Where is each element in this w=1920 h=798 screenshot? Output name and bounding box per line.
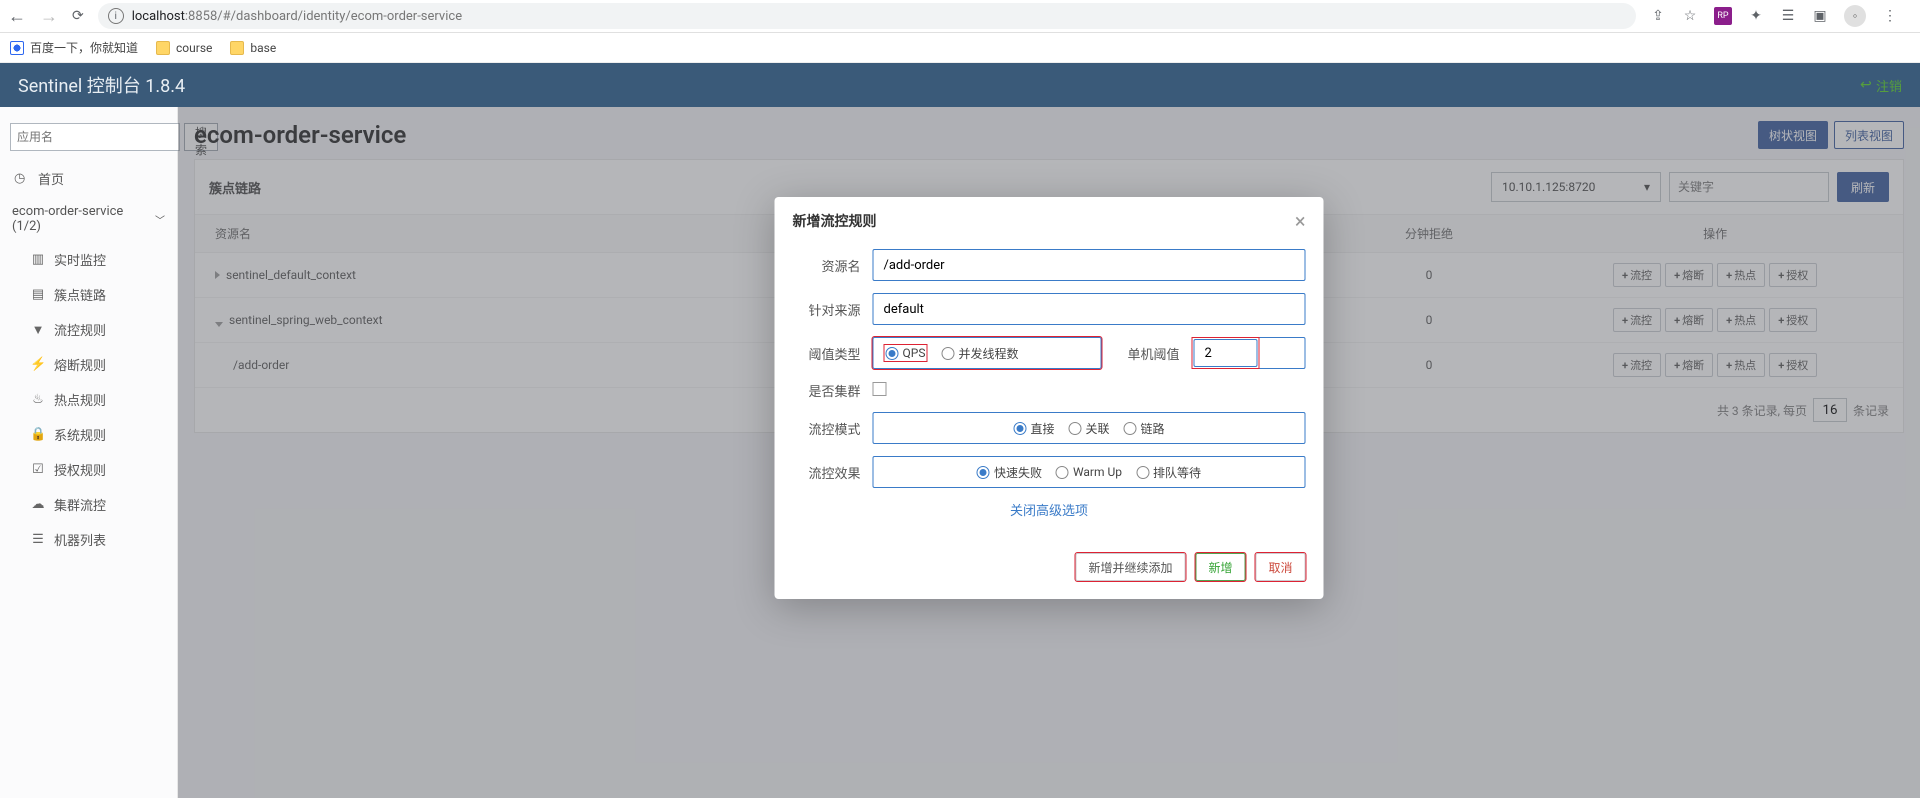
sidebar-item-label: 熔断规则 <box>54 355 106 374</box>
clock-icon: ◷ <box>14 171 30 186</box>
profile-avatar[interactable]: ◦ <box>1844 5 1866 27</box>
radio-option[interactable]: 链路 <box>1124 420 1165 437</box>
baidu-favicon-icon <box>10 41 24 55</box>
sidebar-item-label: 流控规则 <box>54 320 106 339</box>
threshold-input[interactable] <box>1194 339 1258 367</box>
radio-option[interactable]: 并发线程数 <box>941 345 1018 362</box>
radio-dot-icon <box>941 347 954 360</box>
sidebar-item[interactable]: ♨ 热点规则 <box>0 382 177 417</box>
share-icon[interactable]: ⇪ <box>1650 8 1666 24</box>
label-mode: 流控模式 <box>793 419 873 438</box>
bookmarks-bar: 百度一下，你就知道 course base <box>0 33 1920 63</box>
label-threshold: 单机阈值 <box>1122 344 1192 363</box>
main-content: ecom-order-service 树状视图 列表视图 簇点链路 10.10.… <box>178 107 1920 798</box>
threshold-type-radio-group[interactable]: QPS 并发线程数 <box>873 337 1102 369</box>
reading-list-icon[interactable]: ☰ <box>1780 8 1796 24</box>
kebab-menu-icon[interactable]: ⋮ <box>1882 8 1898 24</box>
sidebar-item[interactable]: 🔒 系统规则 <box>0 417 177 452</box>
radio-dot-icon <box>1136 466 1149 479</box>
sidebar-item[interactable]: ▥ 实时监控 <box>0 242 177 277</box>
nav-forward-icon: → <box>40 6 58 27</box>
folder-favicon-icon <box>156 41 170 55</box>
sidebar-item[interactable]: ▤ 簇点链路 <box>0 277 177 312</box>
sidebar-item[interactable]: ⚡ 熔断规则 <box>0 347 177 382</box>
folder-favicon-icon <box>230 41 244 55</box>
cluster-checkbox[interactable] <box>873 382 887 396</box>
sidebar-item[interactable]: ▼ 流控规则 <box>0 312 177 347</box>
bar-chart-icon: ▥ <box>30 252 46 267</box>
sidebar: 搜索 ◷ 首页 ecom-order-service (1/2) ﹀ ▥实时监控… <box>0 107 178 798</box>
radio-dot-icon <box>1056 466 1069 479</box>
radio-option[interactable]: Warm Up <box>1056 465 1122 479</box>
sidebar-item-label: 热点规则 <box>54 390 106 409</box>
sidebar-item-label: 系统规则 <box>54 425 106 444</box>
browser-toolbar: ← → ⟳ i localhost:8858/#/dashboard/ident… <box>0 0 1920 33</box>
puzzle-icon[interactable]: ✦ <box>1748 8 1764 24</box>
app-title: Sentinel 控制台 1.8.4 <box>18 72 185 98</box>
label-effect: 流控效果 <box>793 463 873 482</box>
extension-icon[interactable]: RP <box>1714 7 1732 25</box>
radio-dot-icon <box>1068 422 1081 435</box>
bookmark-item[interactable]: course <box>156 41 212 55</box>
sidebar-item-label: 实时监控 <box>54 250 106 269</box>
toggle-advanced-link[interactable]: 关闭高级选项 <box>793 500 1306 519</box>
app-search-input[interactable] <box>10 123 180 151</box>
sidebar-item-label: 集群流控 <box>54 495 106 514</box>
nav-back-icon[interactable]: ← <box>8 6 26 27</box>
radio-dot-icon <box>1013 422 1026 435</box>
bookmark-item[interactable]: base <box>230 41 276 55</box>
radio-dot-icon <box>1124 422 1137 435</box>
close-icon[interactable]: × <box>1295 211 1306 231</box>
flow-rule-modal: 新增流控规则 × 资源名 针对来源 阈值类型 QPS 并发线程数 <box>775 197 1324 599</box>
star-icon[interactable]: ☆ <box>1682 8 1698 24</box>
add-button[interactable]: 新增 <box>1195 553 1245 581</box>
radio-dot-icon <box>886 347 899 360</box>
mode-radio-group[interactable]: 直接关联链路 <box>873 412 1306 444</box>
label-threshold-type: 阈值类型 <box>793 344 873 363</box>
filter-icon: ▼ <box>30 322 46 338</box>
sidebar-item-label: 授权规则 <box>54 460 106 479</box>
resource-input[interactable] <box>873 249 1306 281</box>
radio-dot-icon <box>977 466 990 479</box>
sidebar-home[interactable]: ◷ 首页 <box>0 161 177 196</box>
bookmark-item[interactable]: 百度一下，你就知道 <box>10 39 138 56</box>
url-bar[interactable]: i localhost:8858/#/dashboard/identity/ec… <box>98 3 1636 29</box>
reload-icon[interactable]: ⟳ <box>72 8 84 24</box>
sidebar-item[interactable]: ☁ 集群流控 <box>0 487 177 522</box>
link-icon: ▤ <box>30 287 46 302</box>
check-icon: ☑ <box>30 462 46 477</box>
sidebar-app-toggle[interactable]: ecom-order-service (1/2) ﹀ <box>0 196 177 242</box>
chrome-actions: ⇪ ☆ RP ✦ ☰ ▣ ◦ ⋮ <box>1650 5 1898 27</box>
lock-icon: 🔒 <box>30 427 46 442</box>
sidebar-item[interactable]: ☑ 授权规则 <box>0 452 177 487</box>
panel-icon[interactable]: ▣ <box>1812 8 1828 24</box>
radio-option[interactable]: 直接 <box>1013 420 1054 437</box>
fire-icon: ♨ <box>30 392 46 407</box>
radio-option[interactable]: 快速失败 <box>977 464 1042 481</box>
sidebar-item[interactable]: ☰ 机器列表 <box>0 522 177 557</box>
label-resource: 资源名 <box>793 256 873 275</box>
limitapp-input[interactable] <box>873 293 1306 325</box>
list-icon: ☰ <box>30 532 46 547</box>
cancel-button[interactable]: 取消 <box>1255 553 1305 581</box>
add-continue-button[interactable]: 新增并继续添加 <box>1075 553 1185 581</box>
radio-option[interactable]: 关联 <box>1068 420 1109 437</box>
label-cluster: 是否集群 <box>793 381 873 400</box>
label-limitapp: 针对来源 <box>793 300 873 319</box>
radio-option[interactable]: 排队等待 <box>1136 464 1201 481</box>
site-info-icon[interactable]: i <box>108 8 124 24</box>
modal-title: 新增流控规则 <box>793 211 877 231</box>
url-host: localhost <box>132 9 185 24</box>
sidebar-item-label: 簇点链路 <box>54 285 106 304</box>
bolt-icon: ⚡ <box>30 357 46 372</box>
sidebar-item-label: 机器列表 <box>54 530 106 549</box>
cloud-icon: ☁ <box>30 497 46 512</box>
effect-radio-group[interactable]: 快速失败 Warm Up 排队等待 <box>873 456 1306 488</box>
logout-link[interactable]: 注销 <box>1860 76 1902 95</box>
chevron-down-icon: ﹀ <box>155 212 165 227</box>
radio-option[interactable]: QPS <box>886 346 926 360</box>
app-header: Sentinel 控制台 1.8.4 注销 <box>0 63 1920 107</box>
